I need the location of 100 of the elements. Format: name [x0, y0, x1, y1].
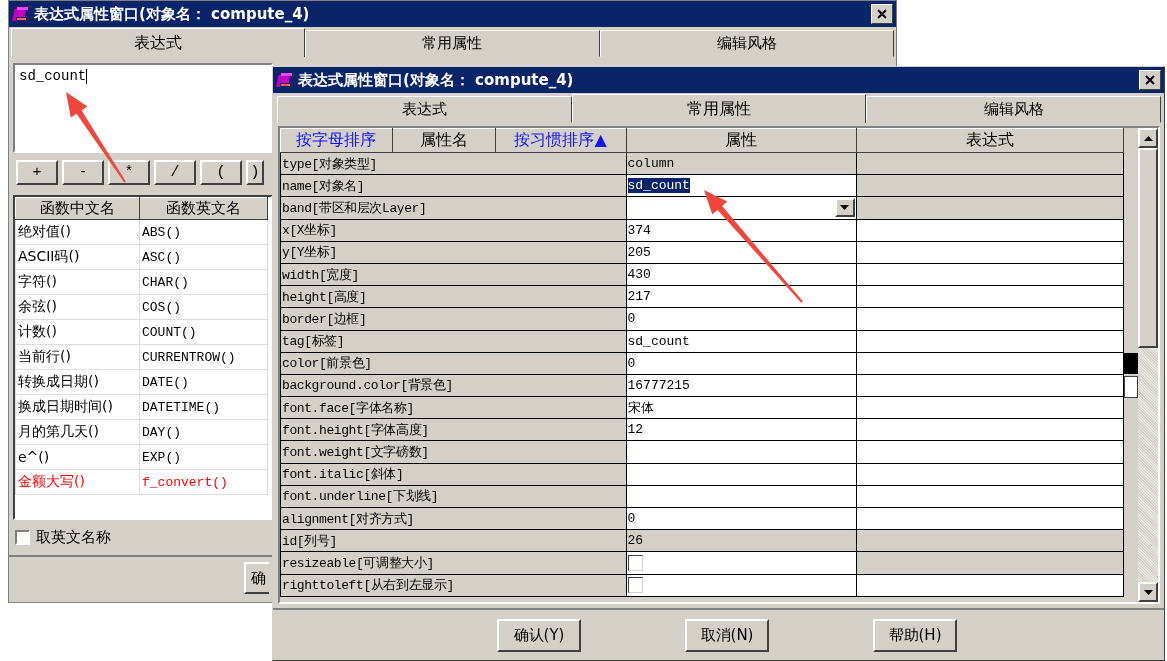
table-cell[interactable] — [856, 330, 1124, 353]
operator-button[interactable]: - — [62, 160, 104, 185]
operator-button[interactable]: / — [154, 160, 196, 185]
column-header[interactable]: 表达式 — [856, 128, 1124, 153]
table-cell[interactable]: 当前行() — [15, 344, 140, 370]
tab[interactable]: 表达式 — [277, 96, 572, 123]
scroll-thumb[interactable] — [1138, 148, 1158, 348]
table-cell[interactable]: 转换成日期() — [15, 369, 140, 395]
table-cell[interactable]: DATE() — [139, 369, 268, 395]
expression-field[interactable]: sd_count — [13, 63, 273, 153]
table-cell: resizeable[可调整大小] — [280, 551, 626, 575]
table-cell[interactable]: 26 — [626, 529, 857, 552]
tab[interactable]: 编辑风格 — [866, 96, 1161, 123]
table-cell[interactable] — [856, 396, 1124, 419]
table-cell[interactable] — [856, 485, 1124, 508]
table-cell: band[带区和层次Layer] — [280, 196, 626, 220]
table-cell[interactable]: COS() — [139, 294, 268, 320]
tab[interactable]: 编辑风格 — [599, 30, 894, 57]
table-cell[interactable] — [856, 219, 1124, 242]
scroll-down-button[interactable] — [1138, 582, 1158, 602]
column-header[interactable]: 函数英文名 — [139, 197, 268, 220]
table-cell[interactable] — [856, 241, 1124, 264]
table-cell[interactable] — [856, 574, 1124, 597]
table-cell[interactable]: ASC() — [139, 244, 268, 270]
table-cell[interactable]: 16777215 — [626, 374, 857, 397]
tab[interactable]: 常用属性 — [305, 30, 600, 57]
table-cell: font.italic[斜体] — [280, 463, 626, 486]
table-cell: name[对象名] — [280, 174, 626, 197]
column-header[interactable]: 属性 — [626, 128, 857, 153]
table-cell[interactable]: CURRENTROW() — [139, 344, 268, 370]
table-cell[interactable]: 0 — [626, 307, 857, 330]
table-cell[interactable]: 计数() — [15, 319, 140, 345]
table-cell[interactable] — [856, 374, 1124, 397]
table-cell[interactable] — [856, 463, 1124, 486]
checkbox[interactable] — [15, 530, 30, 545]
table-cell: border[边框] — [280, 307, 626, 330]
table-cell[interactable] — [856, 352, 1124, 375]
cancel-button[interactable]: 取消(N) — [685, 618, 769, 652]
table-cell[interactable]: 0 — [626, 507, 857, 530]
column-header[interactable]: 函数中文名 — [15, 197, 140, 220]
help-button[interactable]: 帮助(H) — [873, 618, 957, 652]
operator-button[interactable]: + — [16, 160, 58, 185]
table-cell[interactable] — [626, 551, 857, 575]
column-header[interactable]: 按字母排序 — [280, 128, 393, 153]
table-cell: font.weight[文字磅数] — [280, 440, 626, 464]
table-cell[interactable]: DATETIME() — [139, 394, 268, 420]
window-title: 表达式属性窗口(对象名： compute_4) — [34, 4, 311, 24]
table-cell[interactable] — [626, 574, 857, 597]
table-cell[interactable]: 宋体 — [626, 396, 857, 419]
scroll-up-button[interactable] — [1138, 128, 1158, 148]
table-cell[interactable] — [856, 418, 1124, 441]
table-cell[interactable]: ABS() — [139, 219, 268, 245]
table-cell: tag[标签] — [280, 330, 626, 353]
table-cell[interactable] — [626, 485, 857, 508]
table-cell[interactable] — [856, 285, 1124, 308]
tab[interactable]: 常用属性 — [571, 94, 867, 123]
table-cell[interactable] — [856, 196, 1124, 220]
table-cell[interactable] — [626, 440, 857, 464]
confirm-button[interactable]: 确认(Y) — [497, 618, 581, 652]
table-cell[interactable] — [856, 551, 1124, 575]
table-cell[interactable]: sd_count — [626, 174, 857, 197]
tab[interactable]: 表达式 — [11, 28, 306, 57]
column-header[interactable]: 按习惯排序▲ — [495, 128, 626, 153]
table-cell[interactable] — [856, 307, 1124, 330]
table-cell[interactable]: 换成日期时间() — [15, 394, 140, 420]
table-cell[interactable]: 月的第几天() — [15, 419, 140, 445]
table-cell[interactable]: 金额大写() — [15, 469, 140, 495]
table-cell: font.face[字体名称] — [280, 396, 626, 419]
operator-button[interactable]: ) — [246, 160, 264, 185]
operator-button[interactable]: * — [108, 160, 150, 185]
table-cell[interactable]: COUNT() — [139, 319, 268, 345]
table-cell[interactable]: f_convert() — [139, 469, 268, 495]
dropdown-button[interactable] — [834, 198, 855, 218]
table-cell[interactable]: EXP() — [139, 444, 268, 470]
table-cell[interactable] — [856, 263, 1124, 286]
checkbox[interactable] — [627, 554, 643, 571]
table-cell[interactable] — [856, 529, 1124, 552]
close-button[interactable] — [871, 4, 893, 24]
table-cell[interactable]: 余弦() — [15, 294, 140, 320]
table-cell[interactable] — [856, 440, 1124, 464]
scrollbar[interactable] — [1138, 128, 1158, 602]
table-cell[interactable]: 字符() — [15, 269, 140, 295]
table-cell[interactable]: CHAR() — [139, 269, 268, 295]
table-cell[interactable]: DAY() — [139, 419, 268, 445]
column-header[interactable]: 属性名 — [392, 128, 496, 153]
close-button[interactable] — [1139, 70, 1161, 90]
operator-button[interactable]: ( — [200, 160, 242, 185]
table-cell[interactable]: 绝对值() — [15, 219, 140, 245]
table-cell[interactable]: sd_count — [626, 330, 857, 353]
table-cell[interactable] — [626, 463, 857, 486]
confirm-button[interactable]: 确 — [244, 562, 269, 594]
table-cell[interactable]: 0 — [626, 352, 857, 375]
table-cell[interactable]: ASCII码() — [15, 244, 140, 270]
table-cell[interactable]: column — [626, 152, 857, 175]
checkbox[interactable] — [627, 577, 643, 594]
table-cell[interactable]: e^() — [15, 444, 140, 470]
table-cell[interactable] — [856, 152, 1124, 175]
table-cell[interactable] — [856, 174, 1124, 197]
table-cell[interactable] — [856, 507, 1124, 530]
table-cell[interactable]: 12 — [626, 418, 857, 441]
